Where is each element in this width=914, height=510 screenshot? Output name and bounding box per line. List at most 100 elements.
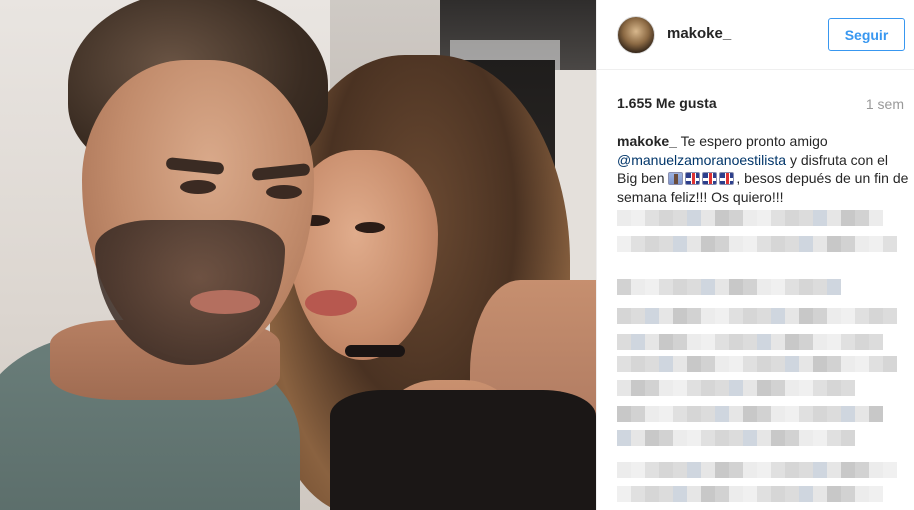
censor-pixel <box>827 334 841 350</box>
censor-pixel <box>827 210 841 226</box>
censor-pixel <box>743 462 757 478</box>
censor-pixel <box>869 486 883 502</box>
censor-pixel <box>659 430 673 446</box>
censor-pixel <box>617 236 631 252</box>
like-count[interactable]: 1.655 Me gusta <box>617 95 717 111</box>
censor-pixel <box>813 356 827 372</box>
man-eye-left <box>180 180 216 194</box>
censor-pixel <box>617 406 631 422</box>
censor-pixel <box>757 308 771 324</box>
censor-pixel <box>659 380 673 396</box>
censor-pixel <box>617 334 631 350</box>
post-time[interactable]: 1 sem <box>866 96 904 112</box>
censor-pixel <box>743 380 757 396</box>
censor-pixel <box>631 430 645 446</box>
censor-pixel <box>757 356 771 372</box>
censor-pixel <box>729 356 743 372</box>
censor-pixel <box>841 462 855 478</box>
censor-pixel <box>645 356 659 372</box>
uk-flag-icon <box>685 172 701 185</box>
censor-pixel <box>869 406 883 422</box>
author-username[interactable]: makoke_ <box>667 25 731 42</box>
censor-pixel <box>841 406 855 422</box>
censor-pixel <box>869 308 883 324</box>
censor-pixel <box>715 462 729 478</box>
censor-pixel <box>855 210 869 226</box>
censor-pixel <box>883 308 897 324</box>
censor-pixel <box>841 356 855 372</box>
censor-pixel <box>701 462 715 478</box>
censor-pixel <box>729 380 743 396</box>
censor-pixel <box>617 210 631 226</box>
censor-pixel <box>701 308 715 324</box>
censor-pixel <box>729 236 743 252</box>
censor-pixel <box>729 430 743 446</box>
censor-pixel <box>715 279 729 295</box>
censor-pixel <box>827 462 841 478</box>
censor-pixel <box>813 406 827 422</box>
censor-pixel <box>813 279 827 295</box>
censor-pixel <box>771 210 785 226</box>
censor-pixel <box>701 210 715 226</box>
censor-pixel <box>715 430 729 446</box>
censor-pixel <box>883 236 897 252</box>
censor-pixel <box>785 486 799 502</box>
censor-pixel <box>631 308 645 324</box>
censor-pixel <box>687 236 701 252</box>
censor-pixel <box>855 236 869 252</box>
censor-pixel <box>771 356 785 372</box>
censor-pixel <box>687 356 701 372</box>
censor-pixel <box>659 236 673 252</box>
censor-pixel <box>743 334 757 350</box>
censor-pixel <box>841 334 855 350</box>
censor-pixel <box>701 486 715 502</box>
man-eye-right <box>266 185 302 199</box>
post-photo[interactable] <box>0 0 596 510</box>
censor-pixel <box>687 380 701 396</box>
censor-pixel <box>785 334 799 350</box>
censor-pixel <box>813 430 827 446</box>
censor-pixel <box>715 486 729 502</box>
censor-pixel <box>743 356 757 372</box>
censor-pixel <box>631 236 645 252</box>
comment-censored <box>617 210 883 226</box>
comment-censored <box>617 486 883 502</box>
author-avatar[interactable] <box>617 16 655 54</box>
censor-pixel <box>855 334 869 350</box>
comment-censored <box>617 356 897 372</box>
censor-pixel <box>631 356 645 372</box>
censor-pixel <box>799 308 813 324</box>
follow-button[interactable]: Seguir <box>828 18 905 51</box>
censor-pixel <box>855 462 869 478</box>
censor-pixel <box>869 462 883 478</box>
post-caption: makoke_ Te espero pronto amigo @manuelza… <box>617 132 909 206</box>
comment-censored <box>617 406 883 422</box>
censor-pixel <box>673 430 687 446</box>
comment-censored <box>617 334 883 350</box>
censor-pixel <box>617 486 631 502</box>
censor-pixel <box>743 210 757 226</box>
censor-pixel <box>729 334 743 350</box>
censor-pixel <box>785 279 799 295</box>
censor-pixel <box>673 462 687 478</box>
censor-pixel <box>771 279 785 295</box>
caption-text-1: Te espero pronto amigo <box>680 133 828 149</box>
censor-pixel <box>715 236 729 252</box>
censor-pixel <box>729 486 743 502</box>
censor-pixel <box>813 334 827 350</box>
censor-pixel <box>785 430 799 446</box>
censor-pixel <box>785 308 799 324</box>
caption-username[interactable]: makoke_ <box>617 133 677 149</box>
censor-pixel <box>729 462 743 478</box>
censor-pixel <box>827 236 841 252</box>
censor-pixel <box>799 210 813 226</box>
caption-mention[interactable]: @manuelzamoranoestilista <box>617 152 786 168</box>
censor-pixel <box>659 334 673 350</box>
censor-pixel <box>659 356 673 372</box>
censor-pixel <box>757 380 771 396</box>
censor-pixel <box>827 279 841 295</box>
censor-pixel <box>617 430 631 446</box>
censor-pixel <box>785 380 799 396</box>
censor-pixel <box>757 236 771 252</box>
censor-pixel <box>701 334 715 350</box>
